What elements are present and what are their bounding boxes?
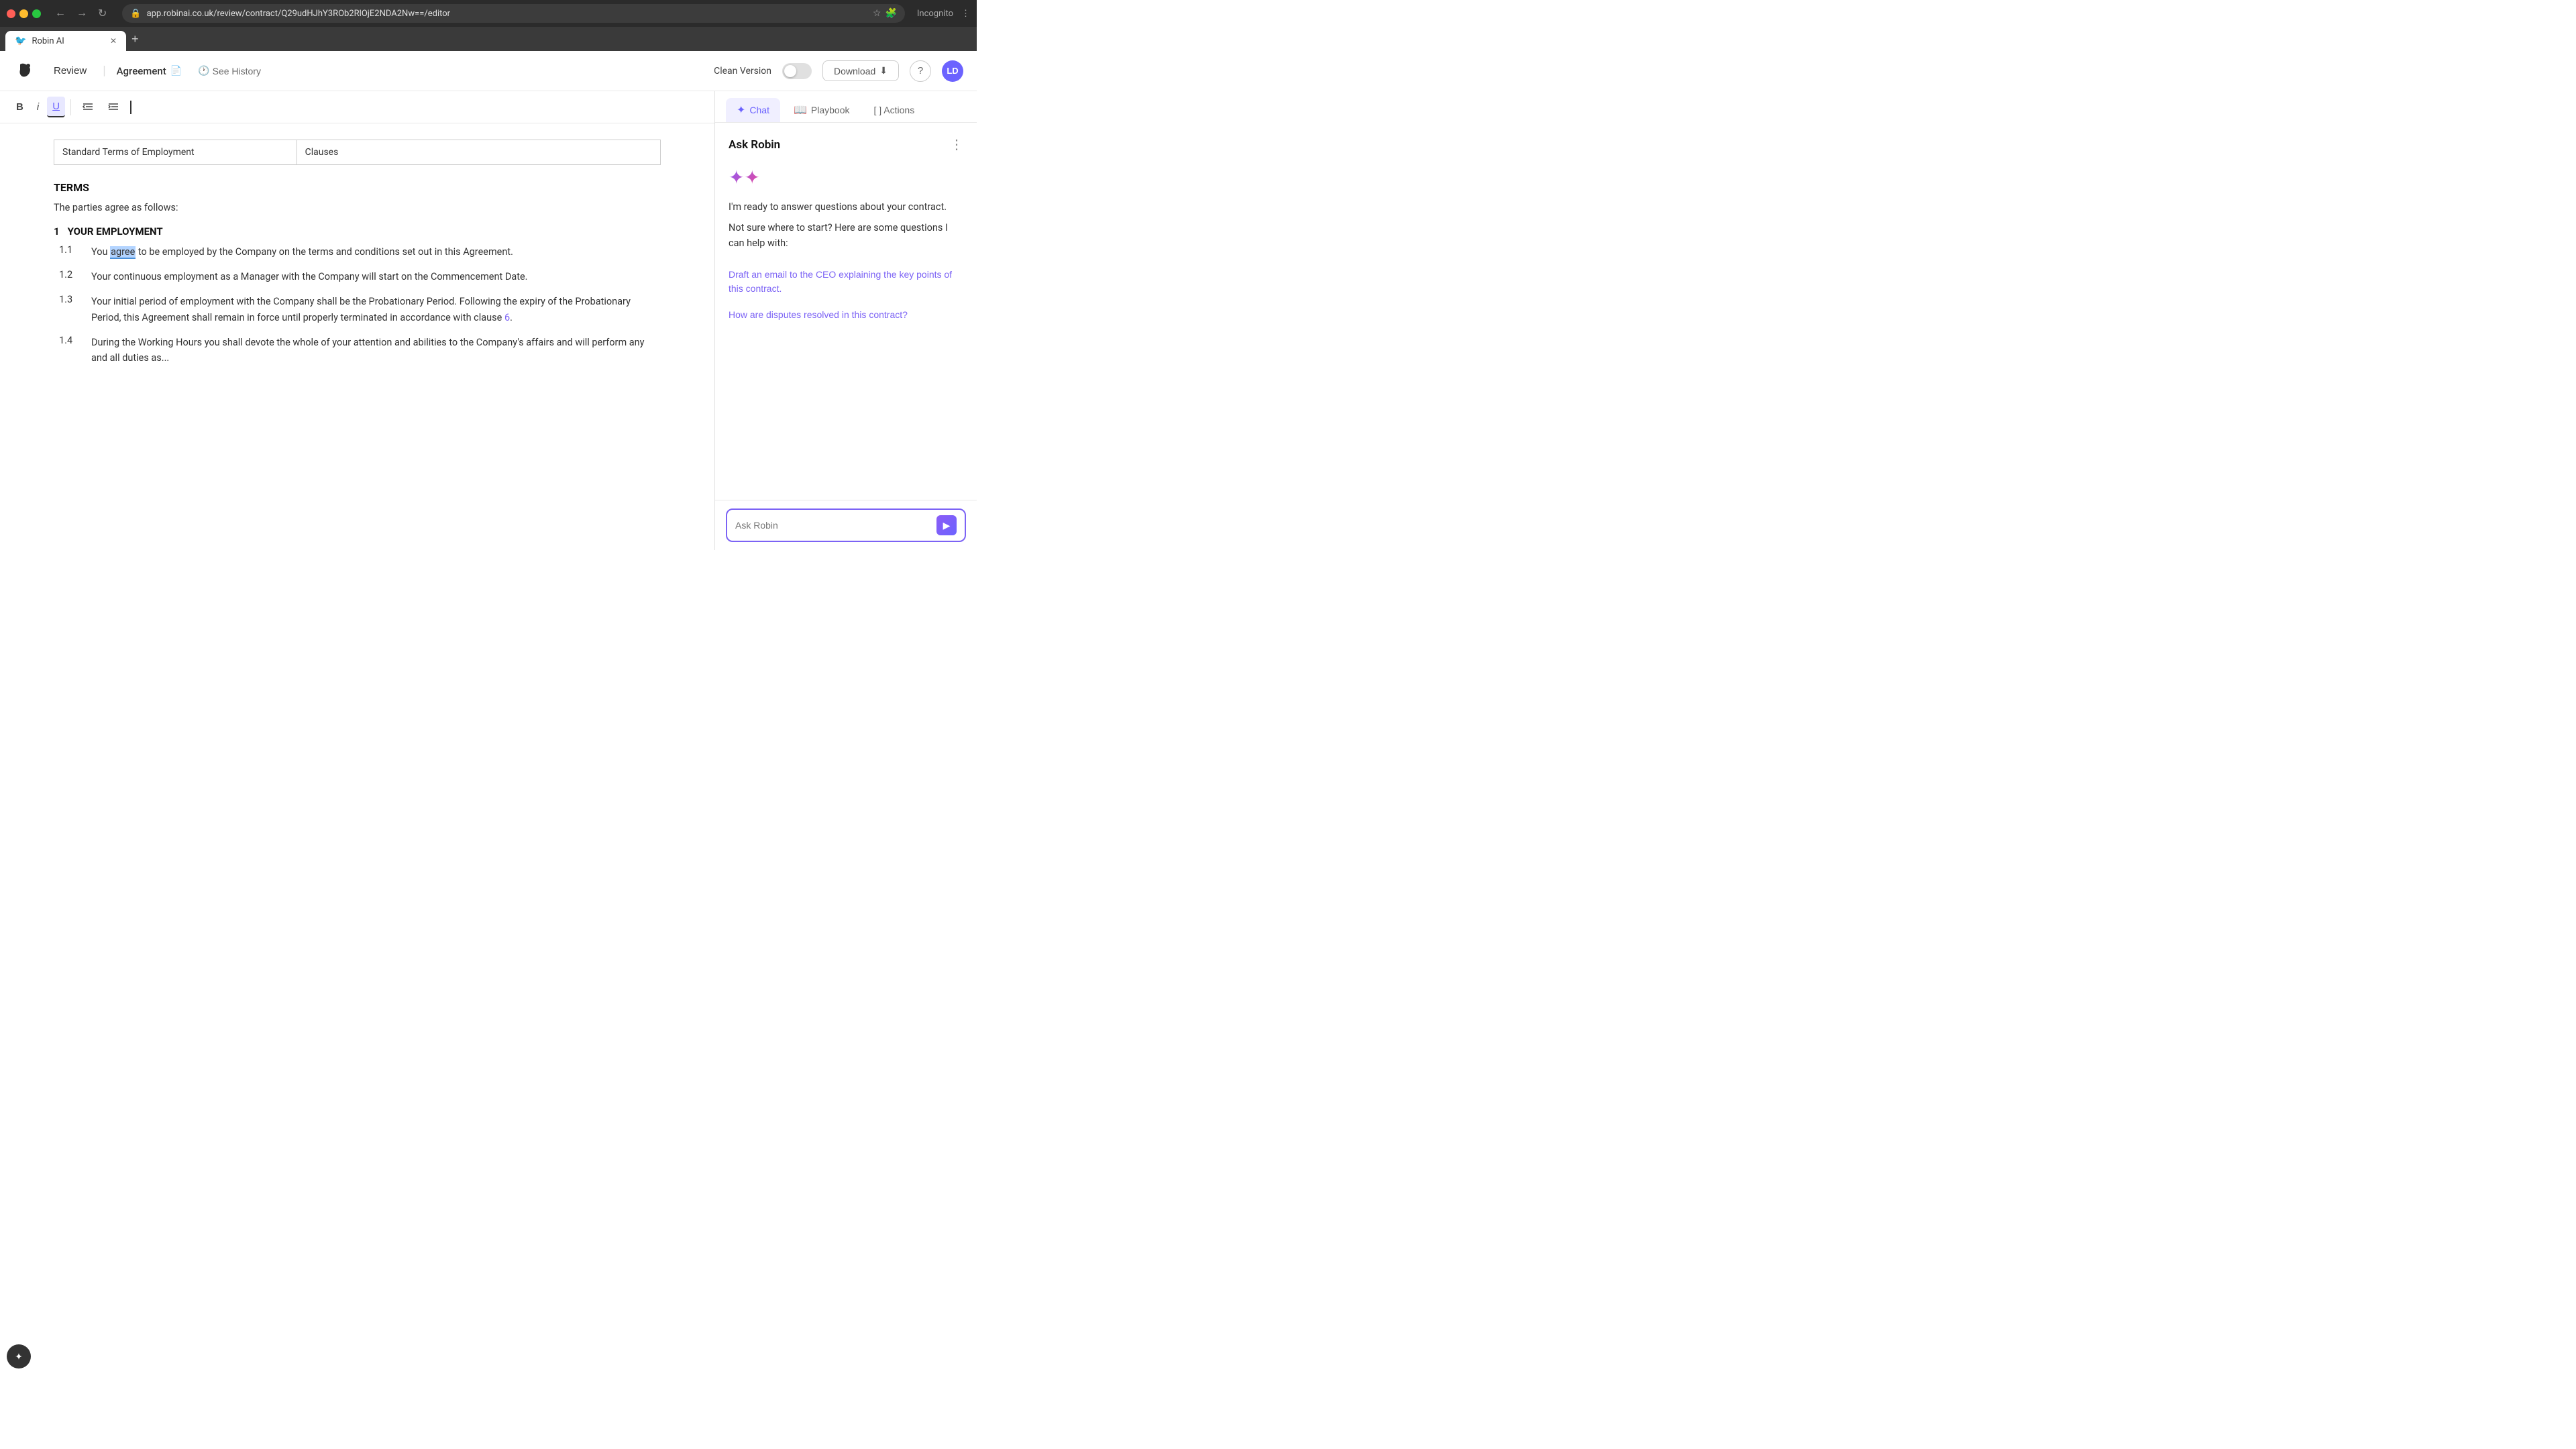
browser-chrome: ← → ↻ 🔒 app.robinai.co.uk/review/contrac… [0,0,977,27]
clause-item-1-1: 1.1 You agree to be employed by the Comp… [54,244,661,260]
address-bar[interactable]: 🔒 app.robinai.co.uk/review/contract/Q29u… [122,4,904,23]
incognito-label: Incognito [917,9,953,19]
tab-bar: 🐦 Robin AI ✕ + [0,27,977,51]
ask-robin-input-box: ▶ [726,508,966,542]
document-table: Standard Terms of Employment Clauses [54,140,661,165]
clause-text-1-4: During the Working Hours you shall devot… [91,335,661,366]
forward-button[interactable]: → [73,6,91,21]
download-icon: ⬇ [879,65,888,76]
floating-icon: ✦ [15,1351,23,1362]
clause-item-1-4: 1.4 During the Working Hours you shall d… [54,335,661,366]
avatar-button[interactable]: LD [942,60,963,82]
clause-text-1-1: You agree to be employed by the Company … [91,244,513,260]
close-window-button[interactable] [7,9,15,18]
window-controls [7,9,41,18]
tab-close-button[interactable]: ✕ [110,36,117,46]
help-button[interactable]: ? [910,60,931,82]
indent-increase-button[interactable] [102,97,125,117]
ask-robin-input[interactable] [735,520,931,531]
panel-tabs: ✦ Chat 📖 Playbook [ ] Actions [715,91,977,123]
review-button[interactable]: Review [48,62,92,79]
tab-title: Robin AI [32,36,64,46]
clause-num-1-2: 1.2 [59,269,80,284]
tab-chat[interactable]: ✦ Chat [726,98,780,122]
editor-toolbar: B i U [0,91,714,123]
extensions-icon: 🧩 [885,8,896,19]
send-button[interactable]: ▶ [936,515,957,535]
clause-num-1-4: 1.4 [59,335,80,366]
underline-button[interactable]: U [47,97,65,117]
document-content[interactable]: Standard Terms of Employment Clauses TER… [0,123,714,550]
robin-sub-text: Not sure where to start? Here are some q… [729,220,963,251]
history-icon: 🕐 [198,65,209,76]
tab-playbook[interactable]: 📖 Playbook [783,98,861,122]
panel-content: Ask Robin ⋮ ✦✦ I'm ready to answer quest… [715,123,977,550]
star-icon: ☆ [873,8,881,19]
playbook-icon: 📖 [794,103,807,117]
main-layout: B i U [0,91,977,550]
logo [13,59,38,83]
tab-favicon: 🐦 [15,36,26,46]
document-area: B i U [0,91,715,550]
agreement-title: Agreement 📄 [117,65,182,77]
reload-button[interactable]: ↻ [95,5,110,21]
clause-text-1-3: Your initial period of employment with t… [91,294,661,325]
doc-intro: The parties agree as follows: [54,202,661,213]
header-right: Clean Version Download ⬇ ? LD [714,60,963,82]
clause-6-link[interactable]: 6 [504,312,510,323]
suggested-link-2[interactable]: How are disputes resolved in this contra… [729,305,908,325]
download-button[interactable]: Download ⬇ [822,60,899,81]
maximize-window-button[interactable] [32,9,41,18]
table-cell-col1: Standard Terms of Employment [54,140,297,165]
ask-robin-title: Ask Robin [729,138,780,152]
send-icon: ▶ [943,520,951,531]
italic-button[interactable]: i [32,97,44,117]
app-header: Review | Agreement 📄 🕐 See History Clean… [0,51,977,91]
table-cell-col2: Clauses [297,140,660,165]
header-separator: | [103,64,105,78]
indent-decrease-button[interactable] [76,97,99,117]
suggested-link-1[interactable]: Draft an email to the CEO explaining the… [729,265,963,299]
floating-action-button[interactable]: ✦ [7,1344,31,1368]
new-tab-button[interactable]: + [126,32,144,46]
toolbar-divider [70,99,71,115]
bold-button[interactable]: B [11,97,29,117]
ask-robin-header: Ask Robin ⋮ [729,136,963,153]
clean-version-toggle[interactable] [782,63,812,79]
tab-actions[interactable]: [ ] Actions [863,98,926,122]
highlighted-word-agree: agree [110,246,136,259]
see-history-button[interactable]: 🕐 See History [193,62,266,79]
browser-navigation: ← → ↻ [52,5,110,21]
active-tab[interactable]: 🐦 Robin AI ✕ [5,31,126,51]
clean-version-label: Clean Version [714,66,771,76]
clause-text-1-2: Your continuous employment as a Manager … [91,269,527,284]
cursor-indicator [130,101,131,114]
lock-icon: 🔒 [130,9,141,19]
robin-icon-area: ✦✦ [729,166,963,189]
clause-1-title: 1 YOUR EMPLOYMENT [54,225,661,237]
address-bar-icons: ☆ 🧩 [873,8,897,19]
clause-num-1-3: 1.3 [59,294,80,325]
agreement-icon: 📄 [170,66,182,76]
chat-icon: ✦ [737,103,745,117]
robin-intro-text: I'm ready to answer questions about your… [729,199,963,215]
clause-num-1-1: 1.1 [59,244,80,260]
url-text: app.robinai.co.uk/review/contract/Q29udH… [147,9,867,19]
clause-item-1-3: 1.3 Your initial period of employment wi… [54,294,661,325]
ask-robin-input-area: ▶ [715,500,977,550]
section-title: TERMS [54,181,661,194]
back-button[interactable]: ← [52,6,69,21]
browser-menu-icon[interactable]: ⋮ [961,9,970,19]
more-options-button[interactable]: ⋮ [950,136,963,153]
right-panel: ✦ Chat 📖 Playbook [ ] Actions Ask Robin … [715,91,977,550]
clause-item-1-2: 1.2 Your continuous employment as a Mana… [54,269,661,284]
robin-sparkle-icon: ✦✦ [729,166,760,189]
minimize-window-button[interactable] [19,9,28,18]
